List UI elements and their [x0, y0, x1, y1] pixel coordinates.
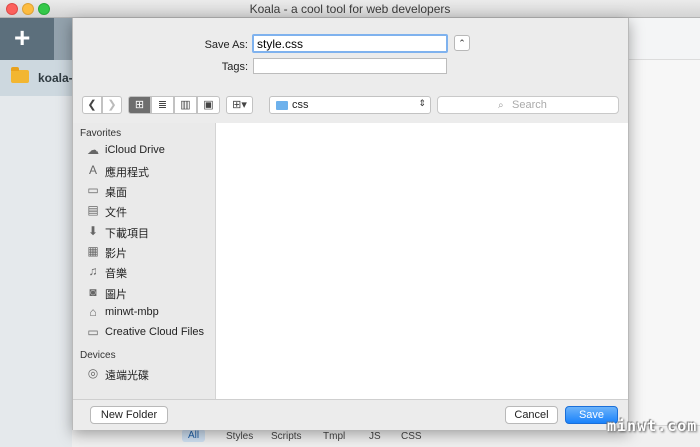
sidebar-item-label: Creative Cloud Files: [105, 326, 205, 338]
navigation-bar: ❮ ❯ ⊞ ≣ ▥ ▣ ⊞▾ css ⇕ ⌕ Search: [73, 96, 628, 120]
sidebar-item-documents[interactable]: ▤ 文件: [86, 203, 214, 220]
koala-file-list: [629, 60, 700, 447]
film-icon: ▦: [87, 244, 99, 258]
add-project-button[interactable]: +: [0, 18, 54, 60]
download-icon: ⬇: [87, 224, 99, 238]
file-browser-area[interactable]: [215, 123, 628, 399]
location-popup[interactable]: css ⇕: [269, 96, 431, 114]
cloud-icon: ☁: [87, 143, 99, 157]
list-view-button[interactable]: ≣: [151, 96, 174, 114]
window-title: Koala - a cool tool for web developers: [249, 2, 451, 16]
finder-sidebar: Favorites ☁ iCloud Drive A 應用程式 ▭ 桌面 ▤ 文…: [73, 123, 215, 399]
folder-icon: ▭: [87, 325, 99, 339]
search-input[interactable]: ⌕ Search: [437, 96, 619, 114]
back-button[interactable]: ❮: [82, 96, 102, 114]
forward-button[interactable]: ❯: [102, 96, 122, 114]
updown-arrows-icon: ⇕: [418, 98, 426, 108]
project-name: koala-: [38, 71, 73, 85]
sidebar-item-label: 文件: [105, 207, 127, 219]
title-bar: Koala - a cool tool for web developers: [0, 0, 700, 18]
home-icon: ⌂: [89, 305, 97, 319]
save-as-label: Save As:: [204, 39, 248, 51]
icon-view-button[interactable]: ⊞: [128, 96, 151, 114]
project-item[interactable]: koala-: [0, 60, 73, 96]
koala-toolbar: [54, 18, 72, 60]
column-view-button[interactable]: ▥: [174, 96, 197, 114]
search-icon: ⌕: [498, 100, 504, 111]
sidebar-item-label: minwt-mbp: [105, 306, 159, 318]
filter-tab-css[interactable]: CSS: [401, 431, 422, 442]
sidebar-item-label: 影片: [105, 248, 127, 260]
cancel-button[interactable]: Cancel: [505, 406, 558, 424]
sidebar-item-remote-disc[interactable]: ◎ 遠端光碟: [86, 366, 214, 383]
plus-icon: +: [14, 22, 31, 53]
sidebar-item-label: 遠端光碟: [105, 370, 149, 382]
sidebar-item-label: 桌面: [105, 187, 127, 199]
new-folder-button[interactable]: New Folder: [90, 406, 168, 424]
filter-tab-tmpl[interactable]: Tmpl: [323, 431, 345, 442]
sidebar-item-label: 下載項目: [105, 228, 149, 240]
favorites-header: Favorites: [80, 128, 122, 139]
koala-header: [629, 18, 700, 60]
dialog-footer: New Folder Cancel Save: [73, 399, 628, 430]
sidebar-item-creative-cloud[interactable]: ▭ Creative Cloud Files: [86, 325, 214, 341]
save-dialog: Save As: style.css ⌃ Tags: ❮ ❯ ⊞ ≣ ▥ ▣ ⊞…: [72, 18, 629, 430]
sidebar-item-music[interactable]: ♫ 音樂: [86, 264, 214, 281]
sidebar-item-label: 圖片: [105, 289, 127, 301]
desktop-icon: ▭: [87, 183, 99, 197]
save-as-input[interactable]: style.css: [252, 34, 448, 53]
sidebar-item-icloud-drive[interactable]: ☁ iCloud Drive: [86, 143, 214, 159]
disc-icon: ◎: [87, 366, 99, 380]
filter-tab-scripts[interactable]: Scripts: [271, 431, 302, 442]
watermark: minwt.com: [607, 417, 698, 435]
tags-label: Tags:: [221, 61, 248, 73]
music-icon: ♫: [88, 264, 98, 278]
filter-tab-styles[interactable]: Styles: [226, 431, 253, 442]
tags-input[interactable]: [253, 58, 447, 74]
documents-icon: ▤: [87, 203, 99, 217]
sidebar-item-label: iCloud Drive: [105, 144, 165, 156]
location-folder-name: css: [292, 99, 309, 111]
filter-tab-all[interactable]: All: [182, 429, 206, 442]
sidebar-item-label: 音樂: [105, 268, 127, 280]
sidebar-item-home[interactable]: ⌂ minwt-mbp: [86, 305, 214, 321]
applications-icon: A: [88, 163, 97, 177]
arrange-button[interactable]: ⊞▾: [226, 96, 253, 114]
expand-dialog-button[interactable]: ⌃: [454, 35, 470, 51]
filter-tab-js[interactable]: JS: [369, 431, 381, 442]
sidebar-item-movies[interactable]: ▦ 影片: [86, 244, 214, 261]
sidebar-item-label: 應用程式: [105, 167, 149, 179]
search-placeholder: Search: [512, 99, 547, 111]
sidebar-item-applications[interactable]: A 應用程式: [86, 163, 214, 180]
sidebar-item-pictures[interactable]: ◙ 圖片: [86, 285, 214, 302]
sidebar-item-downloads[interactable]: ⬇ 下載項目: [86, 224, 214, 241]
sidebar-item-desktop[interactable]: ▭ 桌面: [86, 183, 214, 200]
folder-icon: [276, 101, 288, 110]
coverflow-view-button[interactable]: ▣: [197, 96, 220, 114]
camera-icon: ◙: [89, 285, 97, 299]
devices-header: Devices: [80, 350, 116, 361]
folder-icon: [11, 67, 29, 83]
